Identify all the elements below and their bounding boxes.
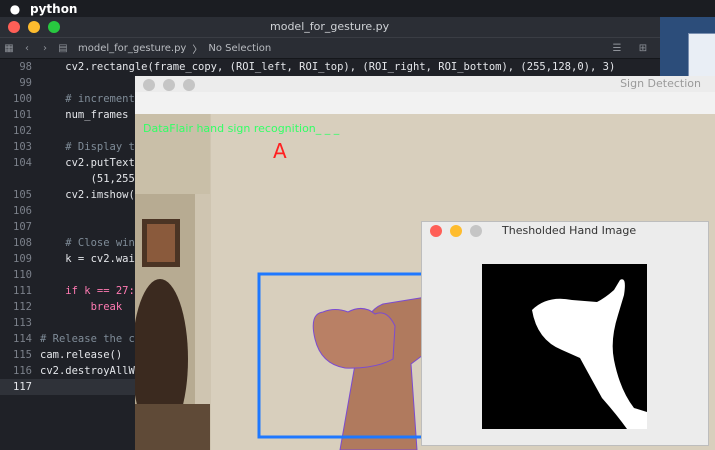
line-number: 107 (13, 221, 32, 233)
predicted-sign-label: A (273, 139, 287, 163)
minimize-button[interactable] (28, 21, 40, 33)
add-editor-icon[interactable]: ⊞ (634, 43, 652, 54)
sign-detection-toolbar (135, 92, 715, 115)
code-text[interactable]: k = cv2.wai (40, 251, 135, 267)
code-text[interactable]: (51,255 (40, 171, 135, 187)
line-number: 98 (19, 61, 32, 73)
forward-arrow-icon[interactable]: › (36, 43, 54, 54)
breadcrumb-file[interactable]: model_for_gesture.py (78, 43, 186, 54)
breadcrumb-separator: 〉 (192, 44, 203, 56)
code-text[interactable]: # Close win (40, 235, 135, 251)
zoom-button[interactable] (183, 78, 195, 91)
line-number: 101 (13, 109, 32, 121)
code-text[interactable]: cv2.putText (40, 155, 135, 171)
grid-icon[interactable]: ▦ (0, 43, 18, 54)
line-number (0, 171, 40, 187)
line-number: 117 (13, 381, 32, 393)
hand-fist (312, 308, 396, 369)
editor-jump-bar: ▦ ‹ › ▤ model_for_gesture.py 〉 No Select… (0, 37, 660, 59)
thresholded-hand-window: Thesholded Hand Image (421, 221, 709, 446)
code-text[interactable]: cv2.imshow( (40, 187, 135, 203)
apple-menu-icon[interactable]: ● (0, 2, 30, 16)
threshold-image-area (422, 240, 708, 445)
minimize-button[interactable] (450, 225, 462, 237)
floor-shadow (135, 404, 210, 450)
code-text[interactable]: cam.release() (40, 347, 122, 363)
line-number: 100 (13, 93, 32, 105)
breadcrumb-selection[interactable]: No Selection (208, 43, 271, 54)
code-text[interactable]: num_frames (40, 107, 128, 123)
line-number: 102 (13, 125, 32, 137)
window-controls (135, 78, 195, 91)
sign-detection-titlebar: Sign Detection (135, 76, 715, 92)
code-line[interactable]: 98 cv2.rectangle(frame_copy, (ROI_left, … (0, 59, 660, 75)
window-controls (0, 21, 60, 33)
minimize-button[interactable] (163, 78, 175, 91)
code-text[interactable]: # Release the c (40, 331, 135, 347)
line-number: 116 (13, 365, 32, 377)
line-number: 105 (13, 189, 32, 201)
line-number: 110 (13, 269, 32, 281)
line-number: 108 (13, 237, 32, 249)
zoom-button[interactable] (48, 21, 60, 33)
app-name-menu[interactable]: python (30, 2, 77, 16)
file-icon: ▤ (58, 42, 68, 54)
line-number: 106 (13, 205, 32, 217)
line-number: 103 (13, 141, 32, 153)
line-number: 99 (19, 77, 32, 89)
close-button[interactable] (8, 21, 20, 33)
thresholded-title: Thesholded Hand Image (502, 224, 637, 237)
code-text[interactable]: if k == 27: (40, 283, 135, 299)
menu-bar: ● python (0, 0, 715, 17)
close-button[interactable] (143, 78, 155, 91)
line-number: 112 (13, 301, 32, 313)
line-number: 114 (13, 333, 32, 345)
code-text[interactable]: break (40, 299, 123, 315)
window-controls (422, 225, 482, 237)
zoom-button[interactable] (470, 225, 482, 237)
overlay-recognition-text: DataFlair hand sign recognition_ _ _ (143, 122, 340, 135)
line-number: 115 (13, 349, 32, 361)
wall-picture-inner (147, 224, 175, 262)
sign-detection-title: Sign Detection (620, 77, 701, 90)
line-number: 104 (13, 157, 32, 169)
code-text[interactable]: # Display t (40, 139, 135, 155)
thresholded-titlebar: Thesholded Hand Image (422, 222, 708, 240)
code-text[interactable]: # increment (40, 91, 135, 107)
line-number: 113 (13, 317, 32, 329)
lines-icon[interactable]: ☰ (608, 43, 626, 54)
editor-titlebar: model_for_gesture.py (0, 17, 660, 37)
close-button[interactable] (430, 225, 442, 237)
code-text[interactable]: cv2.rectangle(frame_copy, (ROI_left, ROI… (40, 59, 615, 75)
back-arrow-icon[interactable]: ‹ (18, 43, 36, 54)
line-number: 111 (13, 285, 32, 297)
editor-title: model_for_gesture.py (270, 20, 390, 33)
line-number: 109 (13, 253, 32, 265)
code-text[interactable]: cv2.destroyAllW (40, 363, 135, 379)
